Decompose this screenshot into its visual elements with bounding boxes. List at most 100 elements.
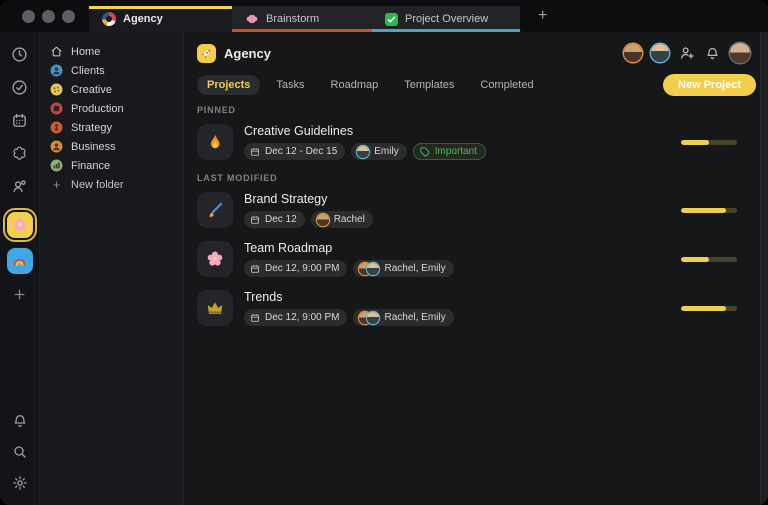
crown-icon (197, 290, 233, 326)
pinned-section-label: PINNED (197, 105, 760, 115)
sidebar-item-label: Business (71, 141, 116, 153)
tab-label: Brainstorm (266, 13, 319, 25)
minimize-button[interactable] (42, 10, 55, 23)
people-label: Emily (374, 146, 398, 157)
tag-label: Important (435, 146, 477, 157)
avatar-group (359, 312, 379, 324)
calendar-icon (250, 264, 260, 274)
important-tag-pill[interactable]: Important (413, 143, 486, 160)
flame-icon (197, 124, 233, 160)
blossom-space-tile[interactable] (7, 212, 33, 238)
right-panel-edge[interactable] (760, 32, 768, 505)
sidebar-item-label: Clients (71, 65, 105, 77)
tab-agency[interactable]: Agency (89, 6, 232, 32)
clients-folder-icon (50, 64, 63, 77)
zoom-button[interactable] (62, 10, 75, 23)
calendar-icon (250, 313, 260, 323)
sidebar-item-label: Home (71, 46, 100, 58)
sidebar-item-home[interactable]: Home (50, 42, 177, 61)
avatar-rachel[interactable] (624, 44, 642, 62)
people-pill[interactable]: Rachel, Emily (353, 260, 453, 277)
date-pill[interactable]: Dec 12, 9:00 PM (244, 309, 347, 326)
people-label: Rachel, Emily (384, 263, 445, 274)
plus-icon: + (50, 177, 63, 192)
notifications-bell-icon[interactable] (704, 45, 721, 62)
sidebar-new-folder[interactable]: + New folder (50, 175, 177, 194)
date-pill[interactable]: Dec 12 (244, 211, 305, 228)
people-label: Rachel (334, 214, 365, 225)
sidebar-item-creative[interactable]: Creative (50, 80, 177, 99)
creative-folder-icon (50, 83, 63, 96)
project-title: Creative Guidelines (244, 124, 486, 138)
sidebar-item-clients[interactable]: Clients (50, 61, 177, 80)
recent-clock-icon[interactable] (8, 42, 32, 66)
tab-project-overview[interactable]: Project Overview (372, 6, 520, 32)
people-pill[interactable]: Emily (351, 143, 406, 160)
avatar-emily[interactable] (651, 44, 669, 62)
last-modified-section-label: LAST MODIFIED (197, 173, 760, 183)
progress-bar (681, 257, 737, 262)
tab-completed[interactable]: Completed (470, 75, 543, 95)
project-title: Team Roadmap (244, 241, 454, 255)
tasks-check-icon[interactable] (8, 75, 32, 99)
tab-templates[interactable]: Templates (394, 75, 464, 95)
add-person-icon[interactable] (678, 45, 695, 62)
rainbow-space-tile[interactable] (7, 248, 33, 274)
calendar-icon[interactable] (8, 108, 32, 132)
people-pill[interactable]: Rachel, Emily (353, 309, 453, 326)
project-row-creative-guidelines[interactable]: Creative Guidelines Dec 12 - Dec 15 Emil… (197, 124, 760, 160)
sidebar: Home Clients Creative Production (40, 32, 184, 505)
date-pill[interactable]: Dec 12, 9:00 PM (244, 260, 347, 277)
progress-bar (681, 306, 737, 311)
app-window: Agency Brainstorm Project Overview + (0, 0, 768, 505)
tab-brainstorm[interactable]: Brainstorm (232, 6, 372, 32)
tab-tasks[interactable]: Tasks (266, 75, 314, 95)
sidebar-item-finance[interactable]: Finance (50, 156, 177, 175)
project-row-trends[interactable]: Trends Dec 12, 9:00 PM Rachel, Emily (197, 290, 760, 326)
tab-label: Project Overview (405, 13, 488, 25)
avatar-rachel (317, 214, 329, 226)
strategy-folder-icon (50, 121, 63, 134)
date-pill[interactable]: Dec 12 - Dec 15 (244, 143, 345, 160)
calendar-icon (250, 147, 260, 157)
progress-bar (681, 208, 737, 213)
avatar-group (359, 263, 379, 275)
tab-roadmap[interactable]: Roadmap (321, 75, 389, 95)
business-folder-icon (50, 140, 63, 153)
date-label: Dec 12 (265, 214, 297, 225)
gear-icon[interactable] (8, 471, 32, 495)
search-icon[interactable] (8, 440, 32, 464)
people-pill[interactable]: Rachel (311, 211, 373, 228)
close-button[interactable] (22, 10, 35, 23)
home-icon (50, 45, 63, 58)
project-title: Trends (244, 290, 454, 304)
icon-rail (0, 32, 40, 505)
paintbrush-icon (197, 192, 233, 228)
new-tab-button[interactable]: + (538, 8, 547, 24)
production-folder-icon (50, 102, 63, 115)
cherry-blossom-icon (12, 217, 28, 233)
avatar-emily (367, 263, 379, 275)
date-label: Dec 12, 9:00 PM (265, 312, 339, 323)
sidebar-item-strategy[interactable]: Strategy (50, 118, 177, 137)
avatar-emily (367, 312, 379, 324)
flower-icon[interactable] (8, 141, 32, 165)
tab-projects[interactable]: Projects (197, 75, 260, 95)
add-space-icon[interactable] (8, 282, 32, 306)
avatar-current-user[interactable] (730, 43, 750, 63)
project-row-team-roadmap[interactable]: Team Roadmap Dec 12, 9:00 PM Rachel, Emi… (197, 241, 760, 277)
finance-folder-icon (50, 159, 63, 172)
people-icon[interactable] (8, 174, 32, 198)
bell-icon[interactable] (8, 409, 32, 433)
sidebar-item-production[interactable]: Production (50, 99, 177, 118)
new-project-button[interactable]: New Project (663, 74, 756, 96)
avatar-emily (357, 146, 369, 158)
cherry-blossom-icon (197, 241, 233, 277)
progress-bar (681, 140, 737, 145)
project-tabs: Projects Tasks Roadmap Templates Complet… (197, 75, 544, 95)
brain-icon (245, 12, 259, 26)
agency-space-icon (197, 44, 216, 63)
page-title: Agency (224, 46, 271, 61)
sidebar-item-business[interactable]: Business (50, 137, 177, 156)
project-row-brand-strategy[interactable]: Brand Strategy Dec 12 Rachel (197, 192, 760, 228)
